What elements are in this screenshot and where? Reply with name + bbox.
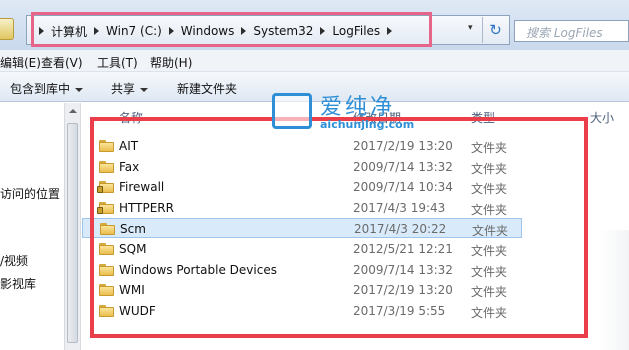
search-placeholder: 搜索 LogFiles	[526, 26, 603, 40]
watermark-logo-icon	[272, 93, 312, 129]
include-in-library-label: 包含到库中	[10, 82, 71, 96]
address-highlight-box	[31, 12, 432, 47]
scroll-up-icon[interactable]	[69, 109, 77, 113]
menu-help[interactable]: 帮助(H)	[150, 54, 192, 71]
scroll-thumb[interactable]	[67, 123, 78, 343]
nav-item-videos[interactable]: /视频	[0, 252, 28, 269]
menu-bar: 编辑(E) 查看(V) 工具(T) 帮助(H)	[0, 50, 629, 72]
menu-edit[interactable]: 编辑(E)	[0, 54, 41, 71]
watermark: 爱纯净 aichunjing.com	[272, 89, 452, 135]
chevron-down-icon	[75, 87, 84, 92]
address-bar-row: 计算机 Win7 (C:) Windows System32 LogFiles …	[0, 0, 629, 50]
watermark-domain: aichunjing.com	[320, 118, 415, 131]
nav-scrollbar[interactable]	[64, 103, 81, 350]
include-in-library-button[interactable]: 包含到库中	[10, 80, 84, 97]
nav-item-video-library[interactable]: 影视库	[0, 275, 36, 292]
column-header-size[interactable]: 大小	[590, 109, 614, 126]
address-dropdown-icon[interactable]: ▾	[468, 23, 473, 33]
watermark-brand: 爱纯净	[320, 95, 396, 120]
new-folder-button[interactable]: 新建文件夹	[177, 80, 237, 97]
back-button[interactable]	[0, 18, 14, 40]
search-input[interactable]: 搜索 LogFiles	[514, 20, 629, 42]
edge-fade	[600, 230, 629, 350]
refresh-icon[interactable]: ↻	[482, 17, 508, 43]
file-list-highlight-box	[90, 117, 588, 338]
share-button[interactable]: 共享	[111, 80, 149, 97]
menu-tools[interactable]: 工具(T)	[97, 54, 138, 71]
nav-item-recent-places[interactable]: 访问的位置	[0, 185, 60, 202]
share-label: 共享	[111, 82, 136, 96]
menu-view[interactable]: 查看(V)	[41, 54, 83, 71]
chevron-down-icon	[140, 87, 149, 92]
navigation-pane: : 访问的位置 /视频 影视库	[0, 103, 64, 350]
